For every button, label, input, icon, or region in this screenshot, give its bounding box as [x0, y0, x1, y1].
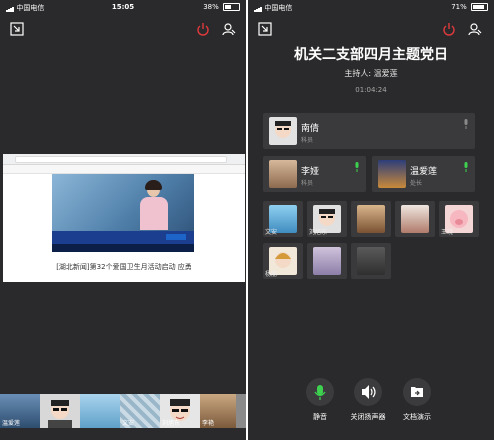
battery-indicator: 71%	[451, 3, 488, 11]
news-video-frame	[52, 174, 194, 252]
participant-thumb[interactable]: 李艳	[200, 394, 240, 428]
hang-up-icon[interactable]	[196, 22, 210, 36]
speaker-role: 科员	[301, 137, 314, 144]
participant-tile[interactable]	[395, 201, 435, 237]
meeting-host: 主持人: 温爱莲	[344, 69, 398, 78]
speaker-card[interactable]: 温爱莲 处长	[372, 156, 475, 192]
avatar-cartoon-icon	[48, 400, 72, 428]
participant-thumb[interactable]	[236, 394, 246, 428]
channel-tag	[166, 234, 186, 240]
battery-icon	[471, 3, 488, 11]
participant-thumb[interactable]: 文安	[120, 394, 160, 428]
avatar	[269, 160, 297, 188]
meeting-title: 机关二支部四月主题党日	[294, 47, 448, 63]
signal-icon	[254, 4, 262, 12]
status-bar: 中国电信 71%	[248, 0, 494, 14]
browser-toolbar	[3, 154, 245, 165]
participant-tile[interactable]	[307, 243, 347, 279]
speaker-name: 李娅	[301, 167, 320, 177]
news-anchor-figure	[138, 180, 170, 230]
participants-icon[interactable]	[222, 22, 236, 36]
avatar	[378, 160, 406, 188]
participants-icon[interactable]	[468, 22, 482, 36]
carrier-label: 中国电信	[254, 3, 292, 13]
participant-tile[interactable]: 杨丽	[263, 243, 303, 279]
avatar	[269, 117, 297, 145]
right-phone-screen: 中国电信 71% 机关二支部四月主题党日 主持人: 温爱莲 01:04:24 南…	[248, 0, 494, 440]
hang-up-icon[interactable]	[442, 22, 456, 36]
news-ticker	[52, 244, 194, 252]
avatar-cartoon-icon	[275, 121, 291, 138]
browser-bookmarks-bar	[3, 165, 245, 174]
speaker-card[interactable]: 李娅 科员	[263, 156, 366, 192]
participant-thumb[interactable]	[80, 394, 120, 428]
shared-screen[interactable]: [湖北新闻]第32个爱国卫生月活动启动 应勇	[3, 154, 245, 282]
battery-indicator: 38%	[203, 3, 240, 11]
speaker-icon	[362, 385, 376, 399]
participant-tile[interactable]	[351, 243, 391, 279]
participant-tile[interactable]: 刘旭东	[307, 201, 347, 237]
speaker-name: 南倩	[301, 124, 320, 134]
mic-icon	[314, 385, 326, 400]
battery-icon	[223, 3, 240, 11]
browser-url-bar	[15, 156, 227, 163]
shared-caption: [湖北新闻]第32个爱国卫生月活动启动 应勇	[56, 263, 192, 271]
document-share-icon	[411, 387, 423, 397]
mic-active-icon	[464, 162, 468, 172]
mic-muted-icon	[464, 119, 468, 129]
document-share-button[interactable]: 文档演示	[387, 378, 447, 422]
minimize-icon[interactable]	[10, 22, 24, 36]
participant-thumb[interactable]: 刘旭东	[160, 394, 200, 428]
left-phone-screen: 中国电信 15:05 38% [湖北新闻]第32个爱国卫生月活动启动 应勇 温爱…	[0, 0, 246, 440]
participant-thumb[interactable]: 温爱莲	[0, 394, 40, 428]
speaker-role: 处长	[410, 180, 423, 187]
participant-thumb[interactable]	[40, 394, 80, 428]
participant-tile[interactable]: 王晓	[439, 201, 479, 237]
participant-tile[interactable]: 文安	[263, 201, 303, 237]
participant-tile[interactable]	[351, 201, 391, 237]
status-bar: 中国电信 15:05 38%	[0, 0, 246, 14]
minimize-icon[interactable]	[258, 22, 272, 36]
speaker-name: 温爱莲	[410, 167, 438, 177]
participant-strip: 温爱莲 文安 刘旭东 李艳	[0, 394, 246, 428]
speaker-card[interactable]: 南倩 科员	[263, 113, 475, 149]
mic-active-icon	[355, 162, 359, 172]
meeting-timer: 01:04:24	[355, 86, 387, 94]
speaker-role: 科员	[301, 180, 314, 187]
